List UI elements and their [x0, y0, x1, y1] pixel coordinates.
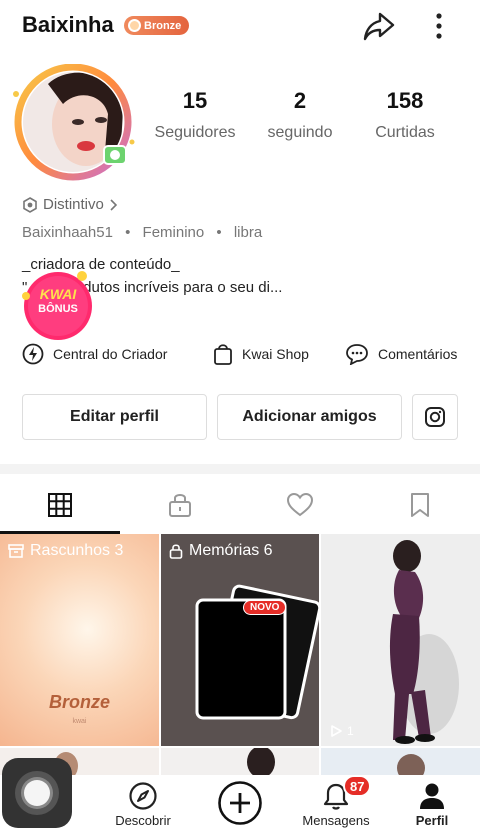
video-tile[interactable]	[321, 748, 480, 778]
person-icon	[420, 783, 444, 809]
tab-saved[interactable]	[360, 476, 480, 534]
following-stat[interactable]: 2 seguindo	[245, 88, 355, 142]
edit-profile-button[interactable]: Editar perfil	[22, 394, 207, 440]
compass-icon	[129, 782, 157, 810]
video-thumbnail	[321, 534, 480, 746]
nav-discover[interactable]: Descobrir	[98, 775, 188, 830]
lock-icon	[169, 494, 191, 517]
tab-grid[interactable]	[0, 476, 120, 534]
creator-center-link[interactable]: Central do Criador	[22, 343, 167, 365]
bottom-navigation: Descobrir Mensagens 87 Perfil	[0, 775, 480, 830]
nav-create-button[interactable]	[195, 775, 285, 830]
bonus-title: KWAI	[39, 286, 77, 302]
bronze-kwai-mark: kwai	[72, 718, 87, 725]
kwai-shop-link[interactable]: Kwai Shop	[213, 343, 309, 365]
nav-messages[interactable]: Mensagens 87	[291, 775, 381, 830]
followers-count: 15	[182, 88, 208, 113]
nav-discover-label: Descobrir	[115, 813, 171, 828]
drafts-label: Rascunhos 3	[30, 542, 124, 559]
content-tabs	[0, 476, 480, 534]
new-badge: NOVO	[243, 600, 287, 615]
kwai-bonus-button[interactable]: KWAI BÔNUS	[20, 268, 100, 340]
creator-center-label: Central do Criador	[53, 346, 168, 362]
avatar[interactable]	[8, 63, 142, 182]
distintivo-label: Distintivo	[43, 196, 104, 213]
lightning-icon	[22, 343, 44, 365]
drafts-box-icon	[8, 544, 24, 558]
badge-medal-icon	[128, 19, 141, 32]
tab-liked[interactable]	[240, 476, 360, 534]
zodiac-sign: libra	[233, 224, 263, 241]
likes-count: 158	[386, 88, 424, 113]
likes-stat[interactable]: 158 Curtidas	[350, 88, 460, 142]
profile-header: Baixinha Bronze	[0, 0, 480, 56]
play-icon	[331, 725, 342, 737]
nav-profile[interactable]: Perfil	[387, 775, 477, 830]
handle: Baixinhaah51	[22, 224, 113, 241]
instagram-button[interactable]	[412, 394, 458, 440]
section-divider	[0, 464, 480, 474]
badge-hex-icon	[23, 196, 37, 213]
add-friends-button[interactable]: Adicionar amigos	[217, 394, 402, 440]
level-badge[interactable]: Bronze	[124, 16, 190, 35]
assistive-touch-icon	[15, 771, 59, 815]
nav-profile-label: Perfil	[415, 813, 449, 828]
kwai-shop-label: Kwai Shop	[242, 346, 309, 362]
video-thumbnail	[397, 754, 425, 778]
video-thumbnail	[247, 748, 275, 778]
chevron-right-icon	[110, 198, 117, 211]
following-count: 2	[293, 88, 307, 113]
distintivo-link[interactable]: Distintivo	[22, 196, 117, 213]
separator: •	[125, 224, 131, 241]
video-tile[interactable]	[161, 748, 319, 778]
view-count-value: 1	[347, 724, 354, 738]
heart-icon	[286, 492, 314, 517]
messages-count-badge: 87	[343, 775, 372, 797]
drafts-label-group: Rascunhos 3	[8, 542, 123, 560]
bonus-subtitle: BÔNUS	[38, 303, 78, 315]
share-icon[interactable]	[362, 9, 396, 43]
drafts-tile[interactable]: Rascunhos 3 Bronze kwai	[0, 534, 159, 746]
memories-tile[interactable]: Memórias 6 NOVO	[161, 534, 319, 746]
followers-label: Seguidores	[154, 124, 236, 141]
creator-shortcuts: Central do Criador Kwai Shop Comentários	[0, 343, 480, 369]
grid-icon	[48, 493, 72, 517]
following-label: seguindo	[267, 124, 333, 141]
comments-label: Comentários	[378, 346, 458, 362]
chat-bubble-icon	[346, 344, 368, 365]
view-count: 1	[329, 724, 354, 738]
comments-link[interactable]: Comentários	[345, 343, 458, 365]
followers-stat[interactable]: 15 Seguidores	[140, 88, 250, 142]
username: Baixinha	[22, 12, 114, 37]
bronze-title: Bronze	[48, 692, 110, 712]
badge-label: Bronze	[144, 19, 182, 32]
shopping-bag-icon	[214, 344, 232, 365]
tab-private[interactable]	[120, 476, 240, 534]
nav-messages-label: Mensagens	[302, 813, 370, 828]
bookmark-icon	[411, 493, 429, 517]
separator: •	[216, 224, 222, 241]
gender: Feminino	[142, 224, 205, 241]
memory-cards-illustration	[195, 584, 319, 720]
plus-icon	[218, 781, 262, 825]
likes-label: Curtidas	[375, 124, 435, 141]
instagram-icon	[425, 407, 445, 427]
more-options-icon[interactable]	[426, 10, 452, 42]
video-tile[interactable]: 1	[321, 534, 480, 746]
assistive-touch-button[interactable]	[2, 758, 72, 828]
profile-meta: Baixinhaah51 • Feminino • libra	[22, 224, 262, 241]
